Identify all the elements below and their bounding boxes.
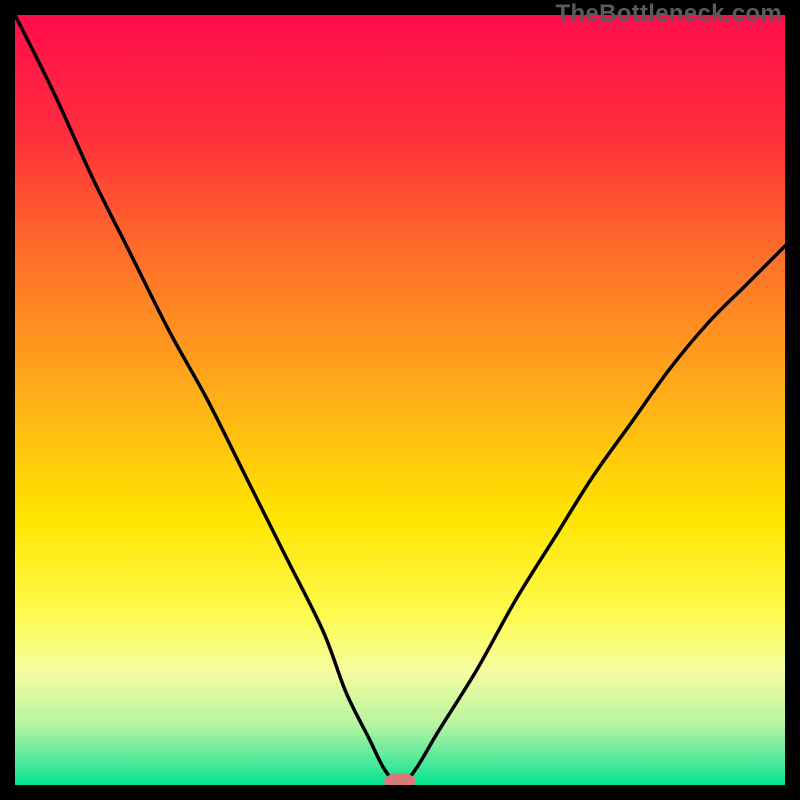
optimum-marker (15, 15, 785, 785)
chart-container: TheBottleneck.com (0, 0, 800, 800)
watermark-text: TheBottleneck.com (556, 0, 782, 28)
plot-area (15, 15, 785, 785)
